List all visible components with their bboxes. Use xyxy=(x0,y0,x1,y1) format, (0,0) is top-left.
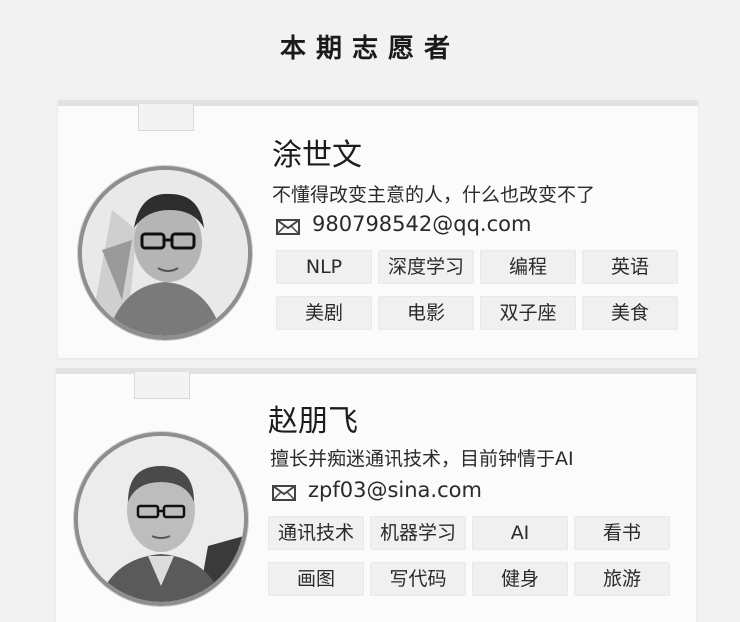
card-tab xyxy=(134,372,190,399)
tag: 深度学习 xyxy=(378,250,474,284)
avatar xyxy=(78,166,252,340)
tag: 看书 xyxy=(574,516,670,550)
tag: 双子座 xyxy=(480,296,576,330)
volunteer-name: 涂世文 xyxy=(272,138,362,173)
tag-list: 通讯技术 机器学习 AI 看书 画图 写代码 健身 旅游 xyxy=(268,516,670,596)
tag: 写代码 xyxy=(370,562,466,596)
email-address[interactable]: 980798542@qq.com xyxy=(312,212,531,236)
tag: AI xyxy=(472,516,568,550)
tag: 画图 xyxy=(268,562,364,596)
tag: 旅游 xyxy=(574,562,670,596)
mail-icon xyxy=(276,216,300,235)
volunteer-motto: 擅长并痴迷通讯技术，目前钟情于AI xyxy=(270,448,574,470)
tag: NLP xyxy=(276,250,372,284)
volunteer-name: 赵朋飞 xyxy=(268,404,358,439)
volunteer-motto: 不懂得改变主意的人，什么也改变不了 xyxy=(272,184,596,206)
tag-list: NLP 深度学习 编程 英语 美剧 电影 双子座 美食 xyxy=(276,250,678,330)
tag: 编程 xyxy=(480,250,576,284)
email-row: 980798542@qq.com xyxy=(276,212,531,236)
tag: 健身 xyxy=(472,562,568,596)
volunteer-card: 涂世文 不懂得改变主意的人，什么也改变不了 980798542@qq.com N… xyxy=(58,100,698,358)
tag: 电影 xyxy=(378,296,474,330)
tag: 美剧 xyxy=(276,296,372,330)
tag: 英语 xyxy=(582,250,678,284)
tag: 通讯技术 xyxy=(268,516,364,550)
email-address[interactable]: zpf03@sina.com xyxy=(308,478,482,502)
volunteer-card: 赵朋飞 擅长并痴迷通讯技术，目前钟情于AI zpf03@sina.com 通讯技… xyxy=(56,368,696,622)
tag: 美食 xyxy=(582,296,678,330)
tag: 机器学习 xyxy=(370,516,466,550)
avatar xyxy=(74,432,248,606)
card-tab xyxy=(138,104,194,131)
page-title: 本期志愿者 xyxy=(279,34,460,64)
avatar-photo xyxy=(78,436,244,602)
mail-icon xyxy=(272,482,296,501)
email-row: zpf03@sina.com xyxy=(272,478,482,502)
avatar-photo xyxy=(82,170,248,336)
